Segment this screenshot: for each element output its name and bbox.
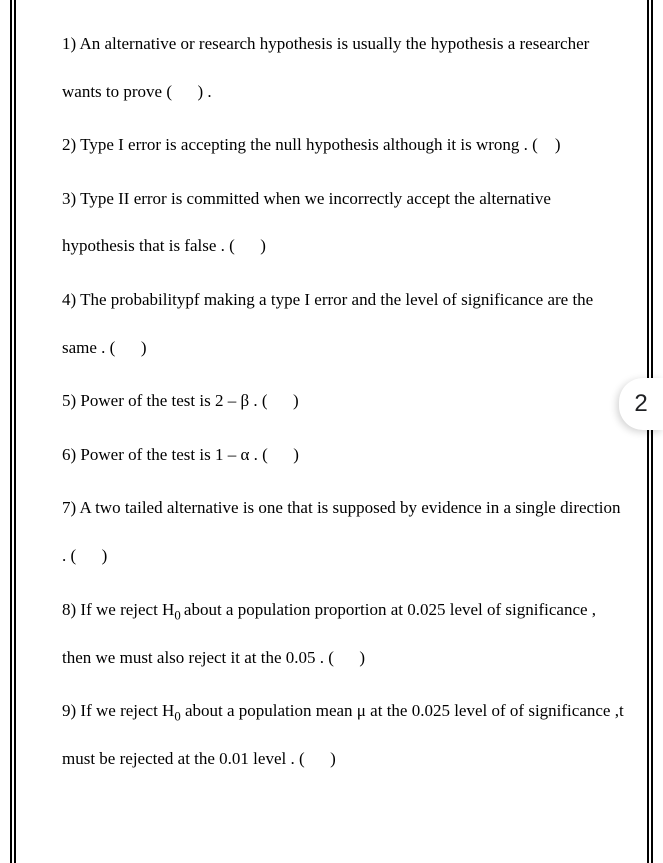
question-item: 9) If we reject H0 about a population me… xyxy=(62,687,627,783)
question-num: 8) xyxy=(62,600,76,619)
question-text: If we reject H0 about a population mean … xyxy=(62,701,624,768)
question-item: 3) Type II error is committed when we in… xyxy=(62,175,627,270)
question-num: 6) xyxy=(62,445,76,464)
question-item: 6) Power of the test is 1 – α . ( ) xyxy=(62,431,627,479)
question-text: Power of the test is 1 – α . ( ) xyxy=(80,445,299,464)
question-text: Type II error is committed when we incor… xyxy=(62,189,551,256)
question-num: 4) xyxy=(62,290,76,309)
question-item: 4) The probabilitypf making a type I err… xyxy=(62,276,627,371)
question-text: Type I error is accepting the null hypot… xyxy=(80,135,560,154)
question-text: An alternative or research hypothesis is… xyxy=(62,34,589,101)
question-item: 1) An alternative or research hypothesis… xyxy=(62,20,627,115)
question-text: Power of the test is 2 – β . ( ) xyxy=(80,391,298,410)
question-item: 2) Type I error is accepting the null hy… xyxy=(62,121,627,169)
question-num: 9) xyxy=(62,701,76,720)
question-item: 7) A two tailed alternative is one that … xyxy=(62,484,627,579)
page-number-tab[interactable]: 2 xyxy=(619,378,663,430)
question-num: 1) xyxy=(62,34,76,53)
question-num: 3) xyxy=(62,189,76,208)
question-text: A two tailed alternative is one that is … xyxy=(62,498,621,565)
question-text: If we reject H0 about a population propo… xyxy=(62,600,596,667)
question-num: 5) xyxy=(62,391,76,410)
question-num: 2) xyxy=(62,135,76,154)
question-item: 8) If we reject H0 about a population pr… xyxy=(62,586,627,682)
question-num: 7) xyxy=(62,498,76,517)
question-text: The probabilitypf making a type I error … xyxy=(62,290,593,357)
question-item: 5) Power of the test is 2 – β . ( ) xyxy=(62,377,627,425)
page-number: 2 xyxy=(634,390,647,418)
question-list: 1) An alternative or research hypothesis… xyxy=(62,20,627,863)
